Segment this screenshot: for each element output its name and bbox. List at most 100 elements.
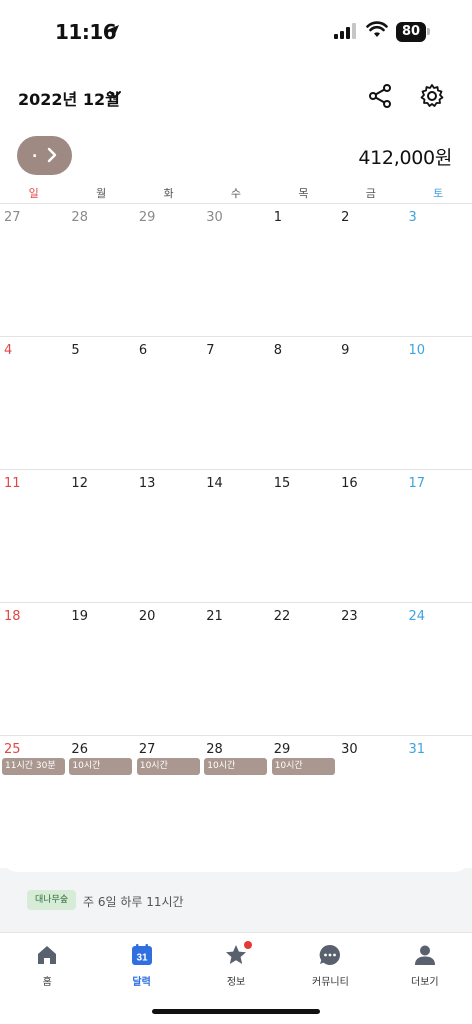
shift-chip[interactable]: 10시간 xyxy=(136,758,200,775)
shift-chip[interactable]: 10시간 xyxy=(69,758,133,775)
calendar-day-cell[interactable]: 30 xyxy=(202,204,269,336)
day-number: 10 xyxy=(408,343,426,358)
day-number: 27 xyxy=(138,742,156,757)
day-number: 23 xyxy=(341,609,358,624)
day-number: 28 xyxy=(206,742,223,757)
day-number: 20 xyxy=(138,609,156,624)
day-number: 16 xyxy=(341,476,358,491)
chevron-right-icon xyxy=(47,147,57,163)
workplace-tag[interactable]: 대나무숲 xyxy=(27,890,77,910)
day-number: 21 xyxy=(206,609,223,624)
next-button[interactable]: . xyxy=(17,136,72,175)
calendar-icon: 31 xyxy=(131,944,152,965)
day-number: 7 xyxy=(206,343,215,358)
status-bar: 11:16 80 xyxy=(0,0,472,64)
day-number: 29 xyxy=(138,210,156,225)
day-number: 25 xyxy=(4,742,21,757)
calendar-day-cell[interactable]: 4 xyxy=(0,337,67,469)
shift-chip[interactable]: 10시간 xyxy=(204,758,268,775)
day-number: 8 xyxy=(273,343,282,358)
tab-home[interactable]: 홈 xyxy=(0,933,94,1024)
calendar-day-cell[interactable]: 18 xyxy=(0,603,67,735)
notification-badge xyxy=(243,941,252,949)
tab-more[interactable]: 더보기 xyxy=(378,933,472,1024)
tab-label: 더보기 xyxy=(411,977,439,988)
calendar-day-cell[interactable]: 22 xyxy=(270,603,337,735)
weekday-label: 일 xyxy=(28,187,39,200)
day-number: 12 xyxy=(71,476,88,491)
day-number: 31 xyxy=(408,742,426,757)
calendar-day-cell[interactable]: 2710시간80,000 xyxy=(135,736,202,868)
calendar-day-cell[interactable]: 10 xyxy=(405,337,472,469)
location-arrow-icon xyxy=(105,25,119,39)
day-number: 17 xyxy=(408,476,426,491)
calendar-day-cell[interactable]: 31 xyxy=(405,736,472,868)
calendar-day-cell[interactable]: 6 xyxy=(135,337,202,469)
tab-label: 정보 xyxy=(226,977,246,988)
day-number: 1 xyxy=(273,210,282,225)
calendar-day-cell[interactable]: 17 xyxy=(405,470,472,602)
calendar-day-cell[interactable]: 8 xyxy=(270,337,337,469)
week-summary-text: 주 6일 하루 11시간 xyxy=(83,895,184,909)
calendar-icon-text: 31 xyxy=(136,953,148,964)
calendar-day-cell[interactable]: 2810시간80,000 xyxy=(202,736,269,868)
calendar-day-cell[interactable]: 23 xyxy=(337,603,404,735)
day-number: 22 xyxy=(273,609,291,624)
calendar-day-cell[interactable]: 21 xyxy=(202,603,269,735)
pill-text: . xyxy=(32,145,38,161)
chevron-down-icon[interactable] xyxy=(107,87,123,103)
calendar-day-cell[interactable]: 29 xyxy=(135,204,202,336)
weekday-label: 금 xyxy=(365,187,376,200)
day-number: 5 xyxy=(71,343,80,358)
calendar-day-cell[interactable]: 28 xyxy=(67,204,134,336)
calendar-day-cell[interactable]: 20 xyxy=(135,603,202,735)
share-icon[interactable] xyxy=(366,82,394,110)
calendar-day-cell[interactable]: 5 xyxy=(67,337,134,469)
gear-icon[interactable] xyxy=(418,82,446,110)
day-number: 24 xyxy=(408,609,426,624)
calendar-week-row: 11 12 13 14 15 16 17 xyxy=(0,470,472,603)
day-number: 26 xyxy=(71,742,88,757)
calendar-week-row: 27 28 29 30 1 2 3 xyxy=(0,204,472,337)
calendar-day-cell[interactable]: 9 xyxy=(337,337,404,469)
day-number: 3 xyxy=(408,210,417,225)
calendar-day-cell[interactable]: 19 xyxy=(67,603,134,735)
day-number: 15 xyxy=(273,476,291,491)
calendar-day-cell[interactable]: 12 xyxy=(67,470,134,602)
tab-label: 달력 xyxy=(132,977,151,988)
calendar-day-cell[interactable]: 16 xyxy=(337,470,404,602)
calendar-day-cell[interactable]: 2511시간 30분92,000 xyxy=(0,736,67,868)
calendar-day-cell[interactable]: 2610시간80,000 xyxy=(67,736,134,868)
day-number: 30 xyxy=(206,210,223,225)
calendar-day-cell[interactable]: 7 xyxy=(202,337,269,469)
shift-chip[interactable]: 10시간 xyxy=(271,758,335,775)
weekday-label: 수 xyxy=(230,187,242,200)
day-number: 28 xyxy=(71,210,88,225)
chat-icon xyxy=(320,944,341,965)
calendar-day-cell[interactable]: 30 xyxy=(337,736,404,868)
calendar-day-cell[interactable]: 24 xyxy=(405,603,472,735)
monthly-total: 412,000원 xyxy=(358,147,452,169)
calendar-day-cell[interactable]: 2 xyxy=(337,204,404,336)
battery-indicator: 80 xyxy=(396,22,426,42)
month-title[interactable]: 2022년 12월 xyxy=(18,86,120,110)
day-number: 27 xyxy=(4,210,21,225)
day-number: 9 xyxy=(341,343,350,358)
calendar-day-cell[interactable]: 13 xyxy=(135,470,202,602)
weekday-header: 일 월 화 수 목 금 토 xyxy=(0,186,472,204)
calendar-day-cell[interactable]: 3 xyxy=(405,204,472,336)
tab-label: 커뮤니티 xyxy=(312,977,349,988)
weekday-label: 월 xyxy=(96,187,107,200)
calendar-day-cell[interactable]: 2910시간80,000 xyxy=(270,736,337,868)
calendar-day-cell[interactable]: 1 xyxy=(270,204,337,336)
calendar-day-cell[interactable]: 15 xyxy=(270,470,337,602)
shift-chip[interactable]: 11시간 30분 xyxy=(2,758,65,775)
calendar-day-cell[interactable]: 27 xyxy=(0,204,67,336)
calendar-day-cell[interactable]: 14 xyxy=(202,470,269,602)
day-number: 2 xyxy=(341,210,350,225)
calendar-header: 2022년 12월 xyxy=(0,76,472,120)
weekday-label: 목 xyxy=(298,187,309,200)
day-number: 6 xyxy=(138,343,148,358)
day-number: 13 xyxy=(138,476,156,491)
calendar-day-cell[interactable]: 11 xyxy=(0,470,67,602)
